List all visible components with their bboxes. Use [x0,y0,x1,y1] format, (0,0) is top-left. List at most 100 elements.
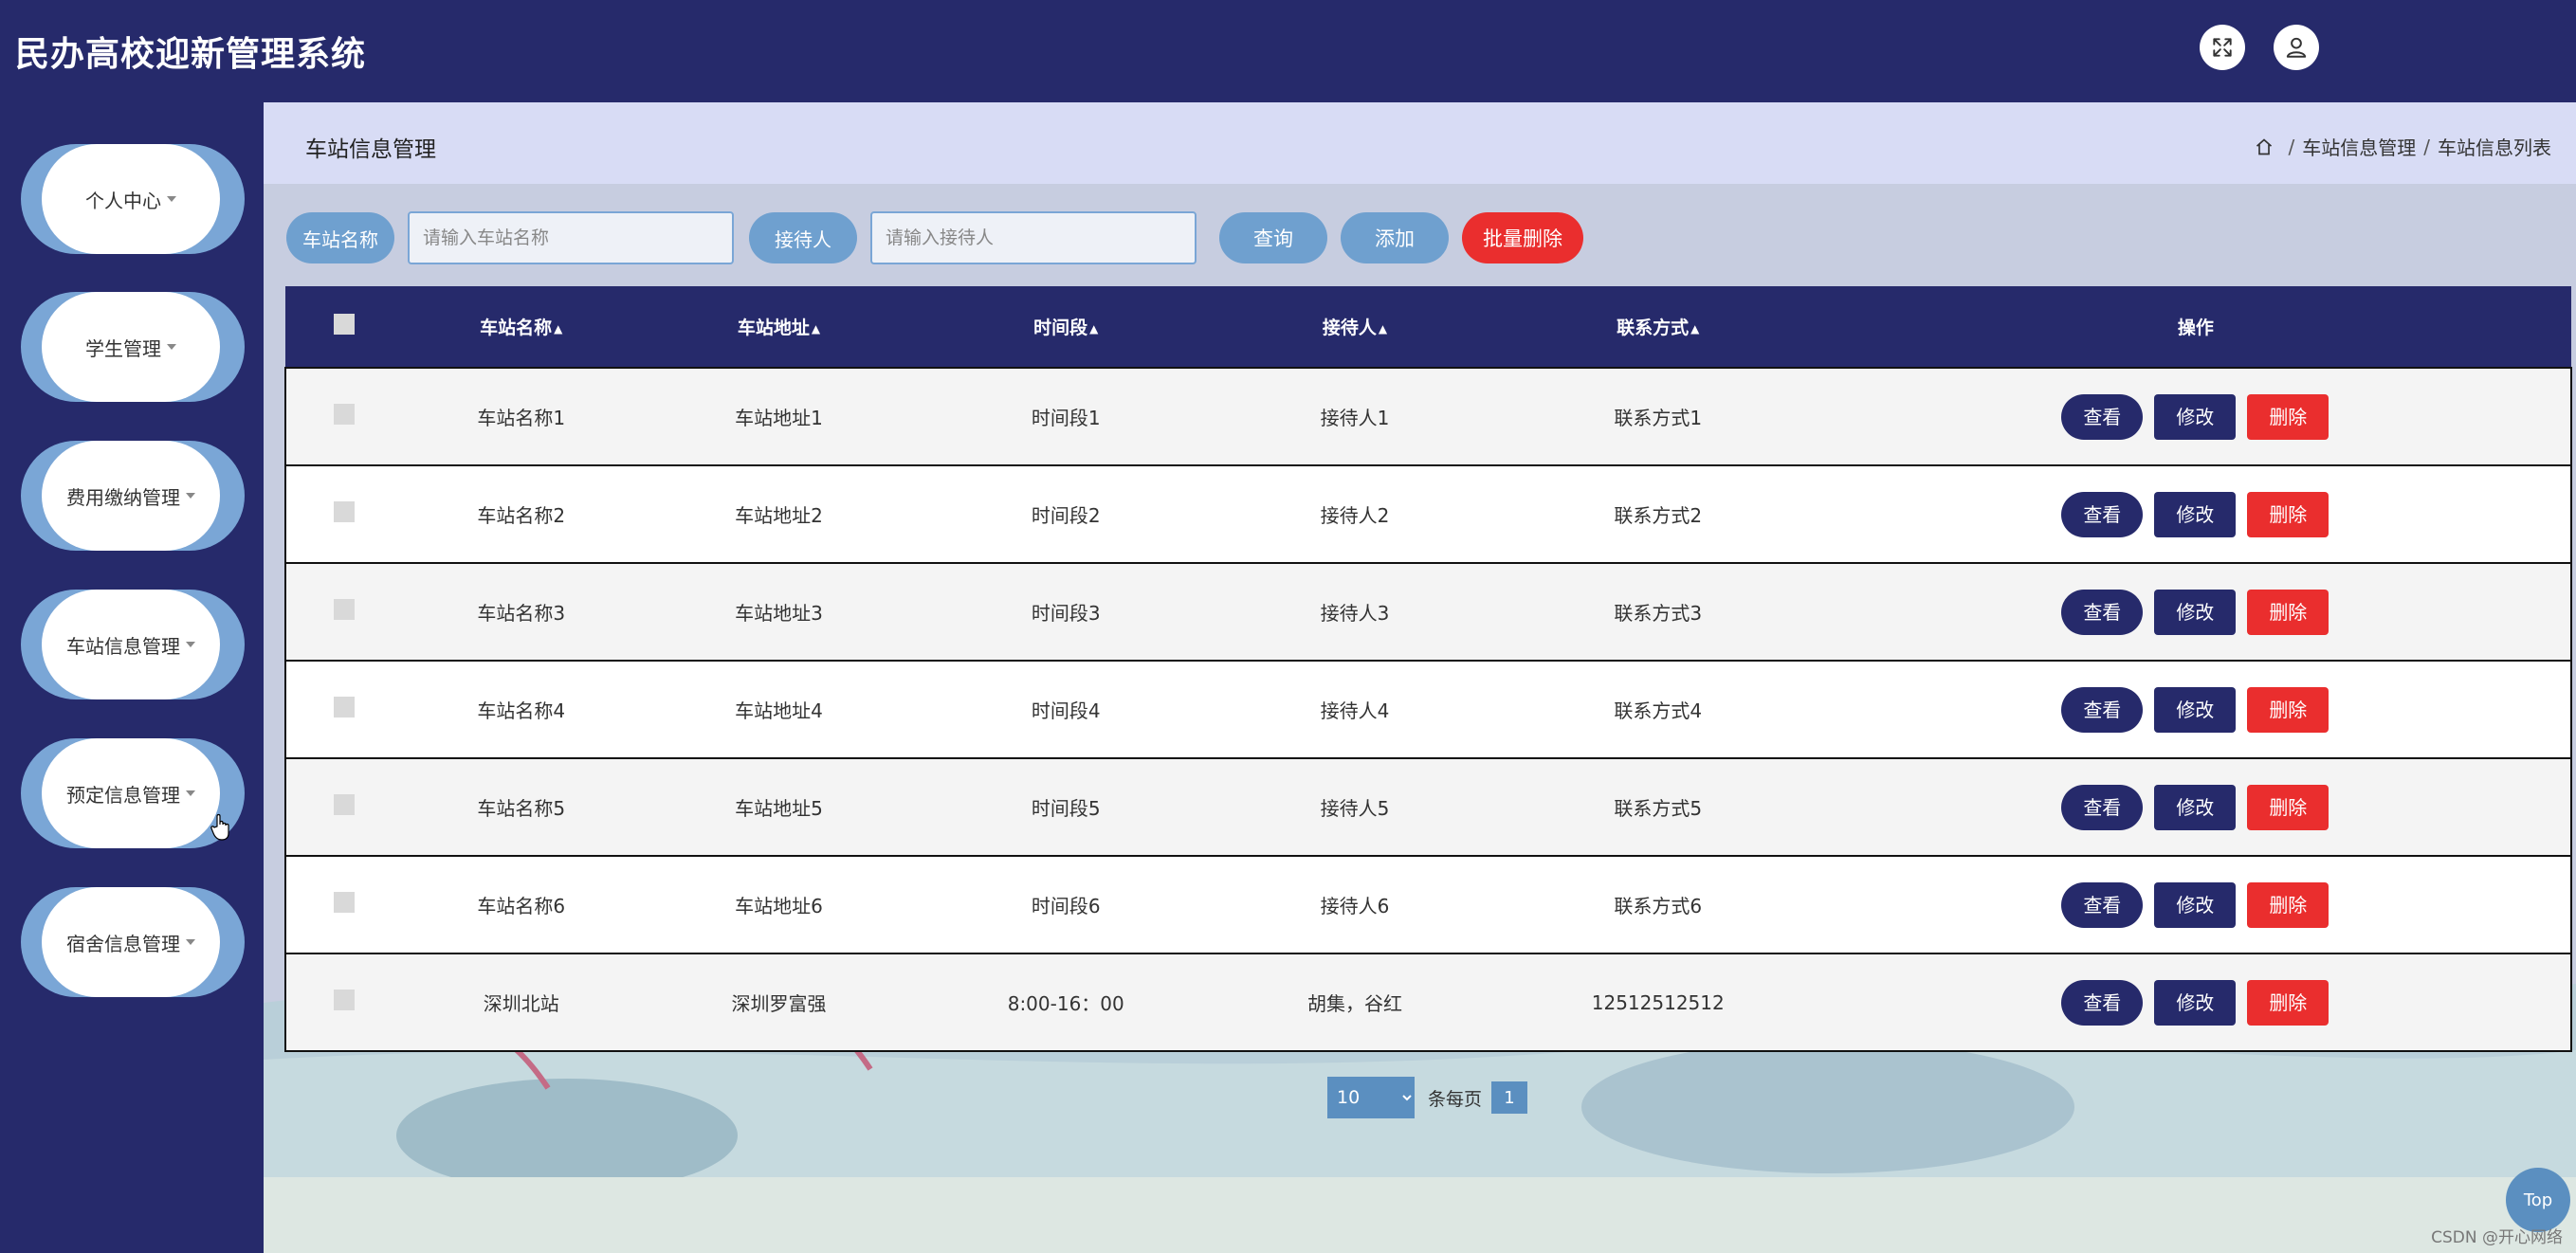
view-button[interactable]: 查看 [2061,979,2144,1026]
sidebar-item-student-management[interactable]: 学生管理 [21,292,245,402]
view-button[interactable]: 查看 [2061,491,2144,537]
cell-station-name: 车站名称3 [402,562,640,662]
caret-down-icon [186,642,195,647]
column-header[interactable]: 联系方式 ▲︎ [1496,286,1820,368]
cell-receiver: 接待人3 [1214,562,1496,662]
view-button[interactable]: 查看 [2061,393,2144,440]
select-all-checkbox[interactable] [333,314,355,335]
watermark: CSDN @开心网络 [2431,1228,2563,1247]
delete-button[interactable]: 删除 [2247,589,2329,635]
delete-button[interactable]: 删除 [2247,784,2329,830]
row-checkbox[interactable] [334,599,356,620]
sidebar-item-label: 车站信息管理 [66,634,180,658]
row-checkbox[interactable] [334,892,356,913]
cell-contact: 联系方式4 [1495,660,1820,759]
batch-delete-button[interactable]: 批量删除 [1462,212,1583,263]
add-button[interactable]: 添加 [1341,212,1449,263]
column-header[interactable]: 接待人 ▲︎ [1214,286,1496,368]
table-header-row: 车站名称 ▲︎ 车站地址 ▲︎ 时间段 ▲︎ 接待人 ▲︎ 联系方式 ▲︎ 操作 [285,286,2571,368]
cell-actions: 查看 修改 删除 [1819,562,2573,662]
view-button[interactable]: 查看 [2061,686,2144,733]
cell-contact: 联系方式6 [1495,855,1820,954]
sidebar-item-personal-center[interactable]: 个人中心 [21,144,245,254]
content-title-bar: 车站信息管理 / 车站信息管理 / 车站信息列表 [264,102,2576,184]
station-name-label: 车站名称 [286,212,394,263]
delete-button[interactable]: 删除 [2247,393,2329,440]
cell-time-slot: 时间段5 [918,757,1215,857]
edit-button[interactable]: 修改 [2154,784,2237,830]
sort-icon[interactable]: ▲︎ [1089,322,1098,336]
table-row: 深圳北站 深圳罗富强 8:00-16：00 胡集，谷红 12512512512 … [284,953,2573,1052]
cell-station-name: 车站名称4 [402,660,640,759]
sort-icon[interactable]: ▲︎ [812,322,820,336]
cell-time-slot: 时间段4 [918,660,1215,759]
delete-button[interactable]: 删除 [2247,686,2329,733]
row-checkbox[interactable] [334,404,356,425]
view-button[interactable]: 查看 [2061,784,2144,830]
per-page-label: 条每页 [1428,1088,1483,1110]
view-button[interactable]: 查看 [2061,881,2144,928]
row-checkbox[interactable] [334,990,356,1010]
view-button[interactable]: 查看 [2061,589,2144,635]
home-icon[interactable] [2255,137,2274,156]
cell-contact: 联系方式2 [1495,464,1820,564]
cell-station-name: 车站名称5 [402,757,640,857]
column-header[interactable]: 时间段 ▲︎ [918,286,1214,368]
cell-contact: 联系方式3 [1495,562,1820,662]
cell-time-slot: 8:00-16：00 [918,953,1215,1052]
caret-down-icon [186,790,195,796]
edit-button[interactable]: 修改 [2154,881,2237,928]
station-name-input[interactable] [408,211,734,264]
edit-button[interactable]: 修改 [2154,686,2237,733]
delete-button[interactable]: 删除 [2247,979,2329,1026]
cell-station-address: 车站地址1 [639,367,919,466]
hand-cursor-icon [210,813,229,841]
caret-down-icon [167,196,176,202]
cell-station-address: 车站地址3 [639,562,919,662]
page-size-select[interactable]: 10 [1327,1077,1415,1118]
breadcrumb-item[interactable]: 车站信息管理 [2302,133,2416,160]
edit-button[interactable]: 修改 [2154,979,2237,1026]
sort-icon[interactable]: ▲︎ [1690,322,1699,336]
table-row: 车站名称6 车站地址6 时间段6 接待人6 联系方式6 查看 修改 删除 [284,855,2573,954]
sidebar-item-fee-management[interactable]: 费用缴纳管理 [21,441,245,551]
column-header[interactable]: 车站名称 ▲︎ [403,286,640,368]
query-button[interactable]: 查询 [1219,212,1327,263]
fullscreen-button[interactable] [2200,25,2245,70]
row-checkbox[interactable] [334,794,356,815]
cell-station-address: 车站地址4 [639,660,919,759]
sidebar-item-station-management[interactable]: 车站信息管理 [21,590,245,699]
sort-icon[interactable]: ▲︎ [554,322,562,336]
cell-receiver: 接待人5 [1214,757,1496,857]
cell-station-address: 车站地址6 [639,855,919,954]
column-header[interactable]: 车站地址 ▲︎ [640,286,919,368]
breadcrumb-item: 车站信息列表 [2438,136,2551,159]
back-to-top-button[interactable]: Top [2506,1168,2570,1232]
edit-button[interactable]: 修改 [2154,491,2237,537]
delete-button[interactable]: 删除 [2247,881,2329,928]
sidebar-item-dorm-management[interactable]: 宿舍信息管理 [21,887,245,997]
sidebar-item-label: 学生管理 [85,336,161,360]
user-icon [2286,37,2307,58]
receiver-input[interactable] [870,211,1197,264]
edit-button[interactable]: 修改 [2154,589,2237,635]
edit-button[interactable]: 修改 [2154,393,2237,440]
sort-icon[interactable]: ▲︎ [1379,322,1387,336]
app-title: 民办高校迎新管理系统 [15,35,367,74]
search-bar: 车站名称 接待人 查询 添加 批量删除 [286,210,1583,265]
table-row: 车站名称3 车站地址3 时间段3 接待人3 联系方式3 查看 修改 删除 [284,562,2573,662]
row-checkbox[interactable] [334,697,356,717]
top-header: 民办高校迎新管理系统 [0,0,2576,102]
sidebar-item-label: 宿舍信息管理 [66,932,180,955]
user-button[interactable] [2274,25,2319,70]
cell-station-name: 车站名称1 [402,367,640,466]
cell-receiver: 接待人4 [1214,660,1496,759]
delete-button[interactable]: 删除 [2247,491,2329,537]
cell-contact: 联系方式5 [1495,757,1820,857]
row-checkbox[interactable] [334,501,356,522]
cell-receiver: 接待人2 [1214,464,1496,564]
cell-station-name: 深圳北站 [402,953,640,1052]
cell-station-address: 车站地址2 [639,464,919,564]
page-number-current[interactable]: 1 [1491,1081,1528,1114]
cell-actions: 查看 修改 删除 [1819,953,2573,1052]
